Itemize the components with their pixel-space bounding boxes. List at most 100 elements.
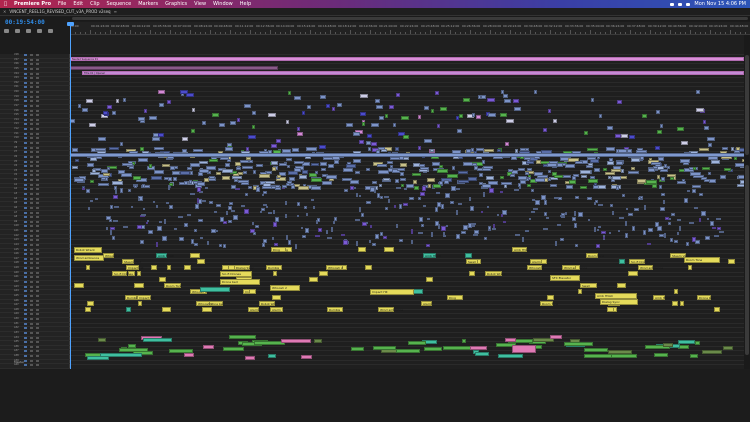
video-clip[interactable] [377, 164, 387, 167]
video-clip[interactable] [112, 181, 123, 185]
audio-clip[interactable] [492, 228, 496, 230]
video-clip[interactable] [159, 103, 164, 107]
audio-clip[interactable] [184, 265, 191, 270]
audio-clip[interactable] [687, 190, 690, 192]
eye-icon[interactable] [30, 355, 33, 358]
video-clip[interactable] [154, 147, 164, 150]
video-clip[interactable] [699, 148, 709, 151]
mute-icon[interactable] [36, 197, 39, 200]
audio-clip[interactable] [202, 307, 212, 312]
audio-clip[interactable] [626, 208, 628, 210]
audio-clip[interactable] [159, 221, 162, 223]
video-clip[interactable] [616, 161, 623, 165]
audio-clip[interactable] [190, 193, 195, 195]
eye-icon[interactable] [30, 58, 33, 61]
video-clip[interactable] [609, 158, 613, 162]
video-clip[interactable] [439, 181, 443, 185]
sync-lock-icon[interactable] [24, 327, 27, 330]
video-clip[interactable] [326, 175, 337, 179]
sync-lock-icon[interactable] [24, 313, 27, 316]
eye-icon[interactable] [30, 188, 33, 191]
audio-clip[interactable] [475, 352, 489, 356]
video-clip[interactable] [569, 180, 576, 184]
audio-clip[interactable] [445, 193, 450, 198]
video-clip[interactable] [486, 176, 494, 180]
video-clip[interactable] [297, 132, 303, 136]
audio-clip[interactable] [146, 222, 148, 224]
video-clip[interactable] [677, 127, 684, 131]
mute-icon[interactable] [36, 257, 39, 260]
video-clip[interactable] [430, 149, 434, 152]
audio-clip[interactable] [95, 198, 98, 200]
audio-clip[interactable] [356, 193, 358, 197]
video-clip[interactable] [381, 149, 387, 152]
eye-icon[interactable] [30, 137, 33, 140]
audio-clip[interactable] [356, 241, 358, 246]
audio-clip[interactable] [522, 237, 524, 242]
audio-clip[interactable] [285, 201, 287, 205]
video-clip[interactable] [395, 147, 399, 151]
audio-clip[interactable] [728, 259, 735, 264]
video-clip[interactable] [440, 107, 447, 111]
eye-icon[interactable] [30, 114, 33, 117]
audio-clip[interactable] [612, 211, 614, 215]
audio-clip[interactable] [231, 185, 236, 189]
audio-clip[interactable] [574, 211, 576, 216]
video-clip[interactable] [209, 176, 215, 179]
eye-icon[interactable] [30, 72, 33, 75]
audio-clip[interactable] [463, 225, 468, 230]
eye-icon[interactable] [30, 128, 33, 131]
sync-lock-icon[interactable] [24, 63, 27, 66]
audio-clip[interactable] [472, 223, 476, 225]
mute-icon[interactable] [36, 216, 39, 219]
audio-clip[interactable] [273, 210, 275, 214]
mute-icon[interactable] [36, 202, 39, 205]
video-clip[interactable] [501, 182, 512, 185]
audio-clip[interactable] [578, 289, 582, 294]
audio-clip[interactable] [714, 307, 720, 312]
video-clip[interactable] [252, 111, 256, 115]
video-clip[interactable] [72, 166, 78, 169]
video-clip[interactable] [395, 179, 399, 183]
audio-clip[interactable] [90, 200, 93, 202]
sync-lock-icon[interactable] [24, 58, 27, 61]
audio-clip[interactable] [661, 193, 665, 196]
video-clip[interactable] [306, 147, 317, 151]
video-clip[interactable] [400, 178, 406, 181]
video-clip[interactable] [101, 169, 108, 173]
video-clip[interactable] [599, 114, 602, 118]
zoom-scroll-thumb[interactable] [72, 17, 748, 20]
audio-clip[interactable] [205, 187, 208, 189]
audio-clip[interactable] [216, 230, 218, 232]
sync-lock-icon[interactable] [24, 216, 27, 219]
video-clip[interactable] [403, 135, 409, 139]
audio-clip[interactable] [309, 277, 318, 282]
audio-clip[interactable] [113, 220, 118, 222]
audio-clip[interactable]: Room Tone [684, 257, 720, 263]
video-clip[interactable] [424, 106, 429, 110]
audio-clip[interactable] [565, 212, 567, 215]
video-clip[interactable] [692, 185, 701, 188]
sync-lock-icon[interactable] [24, 86, 27, 89]
video-clip[interactable] [708, 143, 712, 147]
sync-lock-icon[interactable] [24, 350, 27, 353]
video-clip[interactable] [554, 175, 563, 178]
audio-clip[interactable] [497, 214, 499, 216]
sync-lock-icon[interactable] [24, 169, 27, 172]
audio-clip[interactable] [100, 353, 142, 357]
audio-clip[interactable] [166, 202, 169, 204]
sync-lock-icon[interactable] [24, 331, 27, 334]
audio-clip[interactable] [106, 227, 108, 230]
audio-clip[interactable] [159, 277, 166, 282]
video-clip[interactable] [500, 176, 504, 179]
video-clip[interactable] [212, 113, 219, 117]
sync-lock-icon[interactable] [24, 165, 27, 168]
audio-clip[interactable] [587, 197, 592, 200]
video-clip[interactable] [657, 175, 660, 179]
audio-clip[interactable] [470, 206, 474, 211]
mute-icon[interactable] [36, 67, 39, 70]
audio-clip[interactable] [597, 229, 599, 231]
eye-icon[interactable] [30, 95, 33, 98]
video-clip[interactable] [253, 170, 256, 174]
sync-lock-icon[interactable] [24, 137, 27, 140]
